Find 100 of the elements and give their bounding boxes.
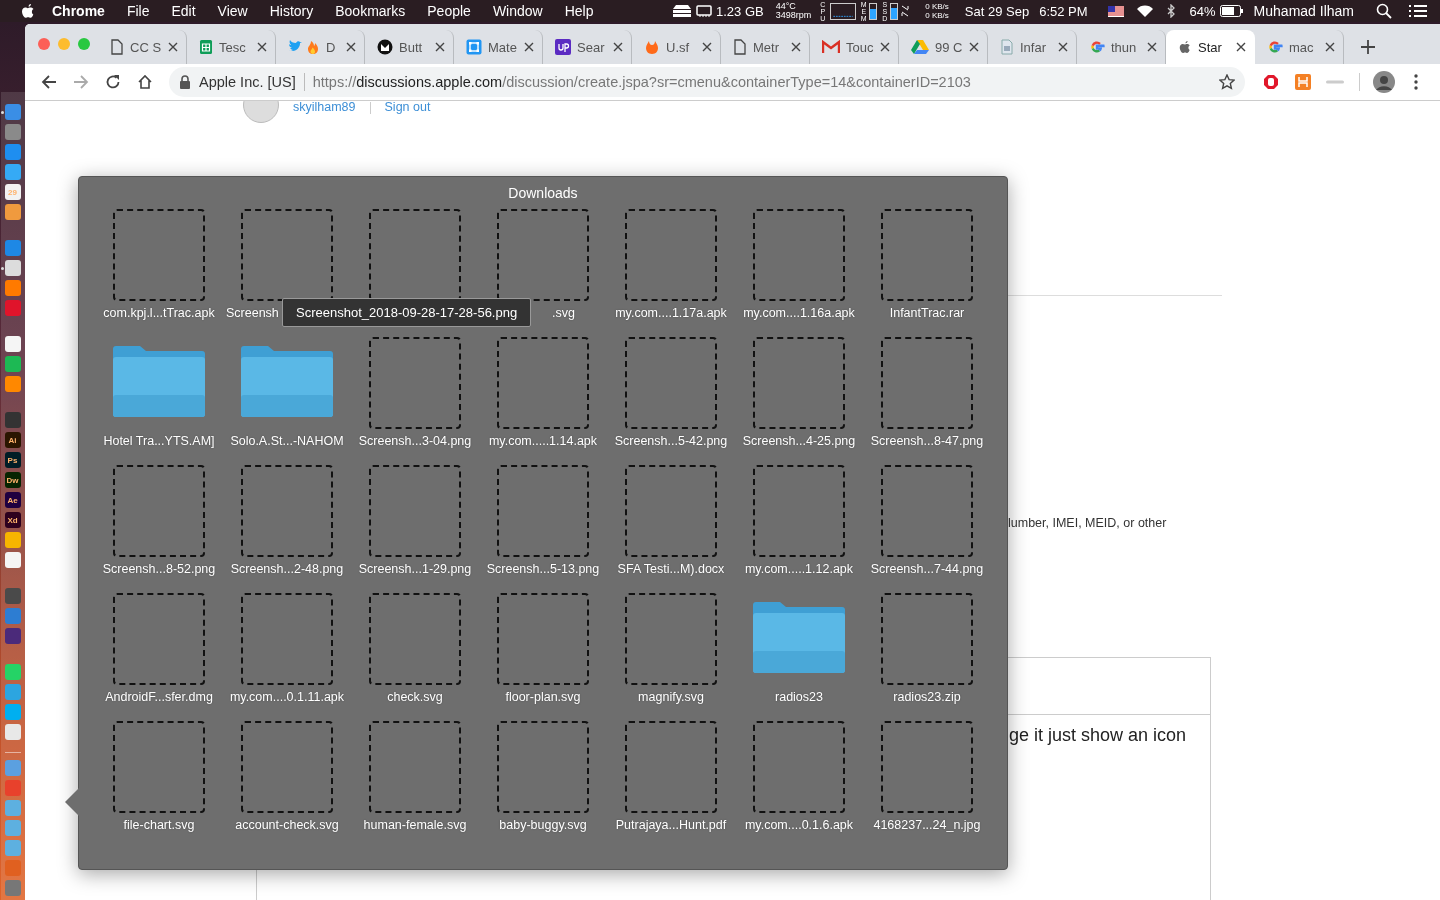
file-name[interactable]: radios23.zip (893, 690, 961, 704)
star-icon[interactable] (1219, 74, 1235, 90)
close-icon[interactable] (1325, 42, 1335, 52)
browser-tab[interactable]: U.sf (632, 30, 721, 64)
file-icon[interactable] (497, 465, 589, 557)
battery-icon[interactable] (1219, 5, 1244, 17)
app-icon[interactable] (4, 104, 21, 120)
app-icon[interactable] (4, 336, 21, 352)
file-icon[interactable] (881, 209, 973, 301)
app-icon[interactable]: Ae (4, 492, 21, 508)
browser-tab[interactable]: Sear (543, 30, 632, 64)
wifi-icon[interactable] (1135, 4, 1154, 18)
browser-tab[interactable]: Touc (810, 30, 899, 64)
back-arrow-icon[interactable] (41, 74, 57, 90)
file-icon[interactable] (497, 593, 589, 685)
file-name[interactable]: my.com.....1.12.apk (744, 562, 854, 576)
close-icon[interactable] (702, 42, 712, 52)
file-name[interactable]: com.kpj.l...tTrac.apk (103, 306, 215, 320)
memory-chip-icon[interactable] (696, 4, 712, 18)
close-icon[interactable] (346, 42, 356, 52)
bluetooth-icon[interactable] (1165, 4, 1176, 18)
menu-item[interactable]: Edit (160, 3, 207, 19)
app-icon[interactable] (4, 376, 21, 392)
file-name[interactable]: Screensh...8-47.png (870, 434, 984, 448)
flag-icon[interactable] (1107, 5, 1124, 17)
file-name[interactable]: floor-plan.svg (505, 690, 581, 704)
file-icon[interactable] (369, 593, 461, 685)
app-icon[interactable]: Dw (4, 472, 21, 488)
browser-tab[interactable]: Mate (454, 30, 543, 64)
list-icon[interactable] (1408, 4, 1428, 18)
file-name[interactable]: Hotel Tra...YTS.AM] (103, 434, 215, 448)
file-name[interactable]: Screensh...3-04.png (358, 434, 472, 448)
file-name[interactable]: Screensh...4-25.png (742, 434, 856, 448)
file-name[interactable]: account-check.svg (235, 818, 339, 832)
browser-tab[interactable]: Infar (988, 30, 1077, 64)
file-icon[interactable] (881, 721, 973, 813)
file-name[interactable]: 4168237...24_n.jpg (873, 818, 981, 832)
address-bar[interactable]: Apple Inc. [US] https://discussions.apple.com/discussion/create.jspa?sr=cmenu&containerType=14&containerID=2103 (169, 67, 1245, 97)
app-icon[interactable] (4, 164, 21, 180)
app-icon[interactable] (4, 280, 21, 296)
file-icon[interactable] (881, 465, 973, 557)
file-icon[interactable] (753, 465, 845, 557)
file-icon[interactable] (497, 337, 589, 429)
plus-icon[interactable] (1361, 40, 1375, 54)
file-name[interactable]: my.com....0.1.11.apk (229, 690, 345, 704)
file-name[interactable]: Screensh...7-44.png (870, 562, 984, 576)
file-icon[interactable] (625, 209, 717, 301)
close-icon[interactable] (168, 42, 178, 52)
close-icon[interactable] (880, 42, 890, 52)
stack-icon[interactable] (672, 4, 692, 18)
file-icon[interactable] (625, 337, 717, 429)
file-name[interactable]: Screensh...2-48.png (230, 562, 344, 576)
reload-icon[interactable] (105, 74, 121, 90)
file-icon[interactable] (241, 593, 333, 685)
menu-icon[interactable] (1414, 74, 1418, 90)
file-icon[interactable] (625, 465, 717, 557)
menu-item[interactable]: View (206, 3, 259, 19)
menu-item[interactable]: File (115, 3, 161, 19)
app-icon[interactable] (4, 356, 21, 372)
file-name[interactable]: my.com....0.1.6.apk (744, 818, 854, 832)
app-icon[interactable]: Xd (4, 512, 21, 528)
browser-tab[interactable]: Butt (365, 30, 454, 64)
file-icon[interactable] (497, 721, 589, 813)
home-icon[interactable] (137, 74, 153, 90)
profile-avatar[interactable] (1373, 71, 1395, 93)
browser-tab[interactable]: Star (1166, 30, 1255, 64)
browser-tab[interactable]: Metr (721, 30, 810, 64)
browser-tab[interactable]: mac (1255, 30, 1344, 64)
file-name[interactable]: file-chart.svg (123, 818, 195, 832)
username-link[interactable]: skyilham89 (293, 101, 356, 114)
app-icon[interactable] (4, 532, 21, 548)
sign-out-link[interactable]: Sign out (384, 101, 431, 114)
close-icon[interactable] (791, 42, 801, 52)
file-icon[interactable] (881, 593, 973, 685)
file-name[interactable]: my.com....1.17a.apk (615, 306, 727, 320)
browser-tab[interactable]: D (276, 30, 365, 64)
browser-tab[interactable]: Tesc (187, 30, 276, 64)
close-button[interactable] (38, 38, 50, 50)
file-icon[interactable] (753, 721, 845, 813)
file-name[interactable]: Solo.A.St...-NAHOM (230, 434, 344, 448)
file-name[interactable]: baby-buggy.svg (499, 818, 587, 832)
file-icon[interactable] (113, 209, 205, 301)
file-icon[interactable] (113, 721, 205, 813)
browser-tab[interactable]: CC S (98, 30, 187, 64)
file-icon[interactable] (369, 465, 461, 557)
close-icon[interactable] (1058, 42, 1068, 52)
file-icon[interactable] (625, 721, 717, 813)
file-name[interactable]: check.svg (387, 690, 443, 704)
close-icon[interactable] (1147, 42, 1157, 52)
file-icon[interactable] (369, 721, 461, 813)
app-icon[interactable]: Ps (4, 452, 21, 468)
close-icon[interactable] (435, 42, 445, 52)
file-name[interactable]: InfantTrac.rar (889, 306, 965, 320)
file-icon[interactable] (753, 209, 845, 301)
file-name[interactable]: AndroidF...sfer.dmg (105, 690, 213, 704)
file-name[interactable]: magnify.svg (638, 690, 704, 704)
bracket-logo-icon[interactable] (1295, 74, 1311, 90)
file-name[interactable]: Screensh...5-13.png (486, 562, 600, 576)
file-name[interactable]: my.com.....1.14.apk (488, 434, 598, 448)
file-name[interactable]: Screensh (226, 306, 279, 320)
